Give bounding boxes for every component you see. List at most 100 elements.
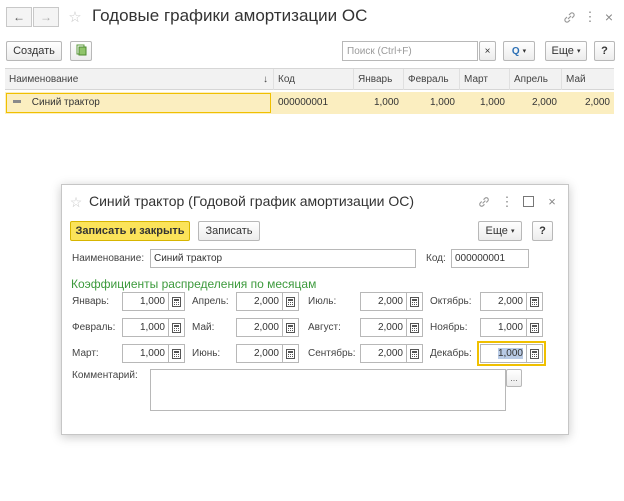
arrow-left-icon: ← — [13, 10, 25, 24]
top-bar: ← → ☆ Годовые графики амортизации ОС ⋮ × — [0, 0, 624, 34]
calculator-icon[interactable] — [283, 344, 299, 363]
month-field-oct[interactable]: 2,000 — [480, 292, 527, 311]
column-header-may[interactable]: Май — [561, 69, 614, 90]
month-label-feb: Февраль: — [72, 322, 116, 333]
sort-down-icon: ↓ — [263, 74, 268, 85]
table-row[interactable]: Синий трактор 000000001 1,000 1,000 1,00… — [5, 92, 614, 114]
calculator-icon[interactable] — [527, 292, 543, 311]
name-value: Синий трактор — [31, 97, 100, 108]
column-header-jan[interactable]: Январь — [353, 69, 403, 90]
link-icon[interactable] — [476, 194, 492, 210]
save-and-close-button[interactable]: Записать и закрыть — [70, 221, 190, 241]
column-header-mar[interactable]: Март — [459, 69, 509, 90]
month-field-aug[interactable]: 2,000 — [360, 318, 407, 337]
column-header-feb[interactable]: Февраль — [403, 69, 459, 90]
mar-cell: 1,000 — [479, 97, 505, 108]
month-label-aug: Август: — [308, 322, 341, 333]
help-button[interactable]: ? — [594, 41, 615, 61]
month-field-jul[interactable]: 2,000 — [360, 292, 407, 311]
search-input[interactable]: Поиск (Ctrl+F) — [342, 41, 478, 61]
calculator-icon[interactable] — [527, 318, 543, 337]
back-button[interactable]: ← — [6, 7, 32, 27]
feb-cell: 1,000 — [429, 97, 455, 108]
calculator-icon[interactable] — [283, 318, 299, 337]
maximize-icon[interactable] — [523, 196, 534, 207]
calculator-icon[interactable] — [407, 318, 423, 337]
chevron-down-icon: ▾ — [510, 228, 515, 235]
item-marker-icon — [13, 99, 21, 103]
month-field-sep[interactable]: 2,000 — [360, 344, 407, 363]
create-button[interactable]: Создать — [6, 41, 62, 61]
month-field-feb[interactable]: 1,000 — [122, 318, 169, 337]
dialog-more-button[interactable]: Еще ▾ — [478, 221, 522, 241]
month-label-oct: Октябрь: — [430, 296, 472, 307]
calculator-icon[interactable] — [169, 318, 185, 337]
more-button[interactable]: Еще ▾ — [545, 41, 587, 61]
calculator-icon[interactable] — [169, 344, 185, 363]
document-green-icon — [75, 44, 87, 59]
forward-button[interactable]: → — [33, 7, 59, 27]
month-field-mar[interactable]: 1,000 — [122, 344, 169, 363]
chevron-down-icon: ▾ — [576, 48, 581, 55]
name-cell[interactable]: Синий трактор — [6, 93, 271, 113]
chevron-down-icon: ▾ — [522, 48, 527, 55]
month-label-mar: Март: — [72, 348, 99, 359]
calculator-icon[interactable] — [169, 292, 185, 311]
favorite-star-icon[interactable]: ☆ — [66, 7, 84, 27]
table-header: Наименование ↓ Код Январь Февраль Март А… — [5, 68, 614, 90]
jan-cell: 1,000 — [373, 97, 399, 108]
month-field-dec[interactable]: 1,000 — [480, 344, 527, 363]
month-field-may[interactable]: 2,000 — [236, 318, 283, 337]
favorite-star-icon[interactable]: ☆ — [68, 194, 84, 210]
search-clear-button[interactable]: × — [479, 41, 496, 61]
comment-field[interactable] — [150, 369, 506, 411]
month-field-jan[interactable]: 1,000 — [122, 292, 169, 311]
selected-value: 1,000 — [497, 348, 523, 359]
more-vert-icon[interactable]: ⋮ — [501, 194, 514, 210]
month-label-sep: Сентябрь: — [308, 348, 356, 359]
calculator-icon[interactable] — [407, 292, 423, 311]
code-label: Код: — [426, 253, 446, 264]
month-label-jan: Январь: — [72, 296, 110, 307]
link-icon[interactable] — [560, 8, 578, 26]
code-cell: 000000001 — [278, 97, 329, 108]
calculator-icon[interactable] — [283, 292, 299, 311]
month-field-jun[interactable]: 2,000 — [236, 344, 283, 363]
month-field-nov[interactable]: 1,000 — [480, 318, 527, 337]
copy-button[interactable] — [70, 41, 92, 61]
calculator-icon[interactable] — [527, 344, 543, 363]
column-header-code[interactable]: Код — [273, 69, 353, 90]
comment-label: Комментарий: — [72, 370, 138, 381]
search-button[interactable]: Q ▾ — [503, 41, 535, 61]
dialog-help-button[interactable]: ? — [532, 221, 553, 241]
dialog-title: Синий трактор (Годовой график амортизаци… — [89, 193, 415, 209]
month-label-may: Май: — [192, 322, 215, 333]
more-vert-icon[interactable]: ⋮ — [584, 8, 597, 26]
column-header-name[interactable]: Наименование ↓ — [5, 69, 273, 90]
comment-ellipsis-button[interactable]: ... — [506, 369, 522, 387]
name-label: Наименование: — [72, 253, 145, 264]
search-icon: Q — [511, 45, 520, 57]
close-icon[interactable]: × — [602, 8, 616, 26]
name-field[interactable]: Синий трактор — [150, 249, 416, 268]
more-label: Еще — [551, 45, 574, 57]
edit-dialog: ☆ Синий трактор (Годовой график амортиза… — [61, 184, 569, 435]
may-cell: 2,000 — [584, 97, 610, 108]
month-label-jun: Июнь: — [192, 348, 221, 359]
month-field-apr[interactable]: 2,000 — [236, 292, 283, 311]
close-icon[interactable]: × — [546, 193, 558, 209]
apr-cell: 2,000 — [531, 97, 557, 108]
month-label-apr: Апрель: — [192, 296, 229, 307]
page-title: Годовые графики амортизации ОС — [92, 6, 368, 25]
save-button[interactable]: Записать — [198, 221, 260, 241]
month-label-jul: Июль: — [308, 296, 337, 307]
column-header-label: Наименование — [9, 74, 79, 85]
calculator-icon[interactable] — [407, 344, 423, 363]
arrow-right-icon: → — [40, 10, 52, 24]
section-title: Коэффициенты распределения по месяцам — [71, 277, 317, 291]
month-label-nov: Ноябрь: — [430, 322, 468, 333]
column-header-apr[interactable]: Апрель — [509, 69, 561, 90]
month-label-dec: Декабрь: — [430, 348, 472, 359]
code-field[interactable]: 000000001 — [451, 249, 529, 268]
more-label: Еще — [485, 225, 508, 237]
